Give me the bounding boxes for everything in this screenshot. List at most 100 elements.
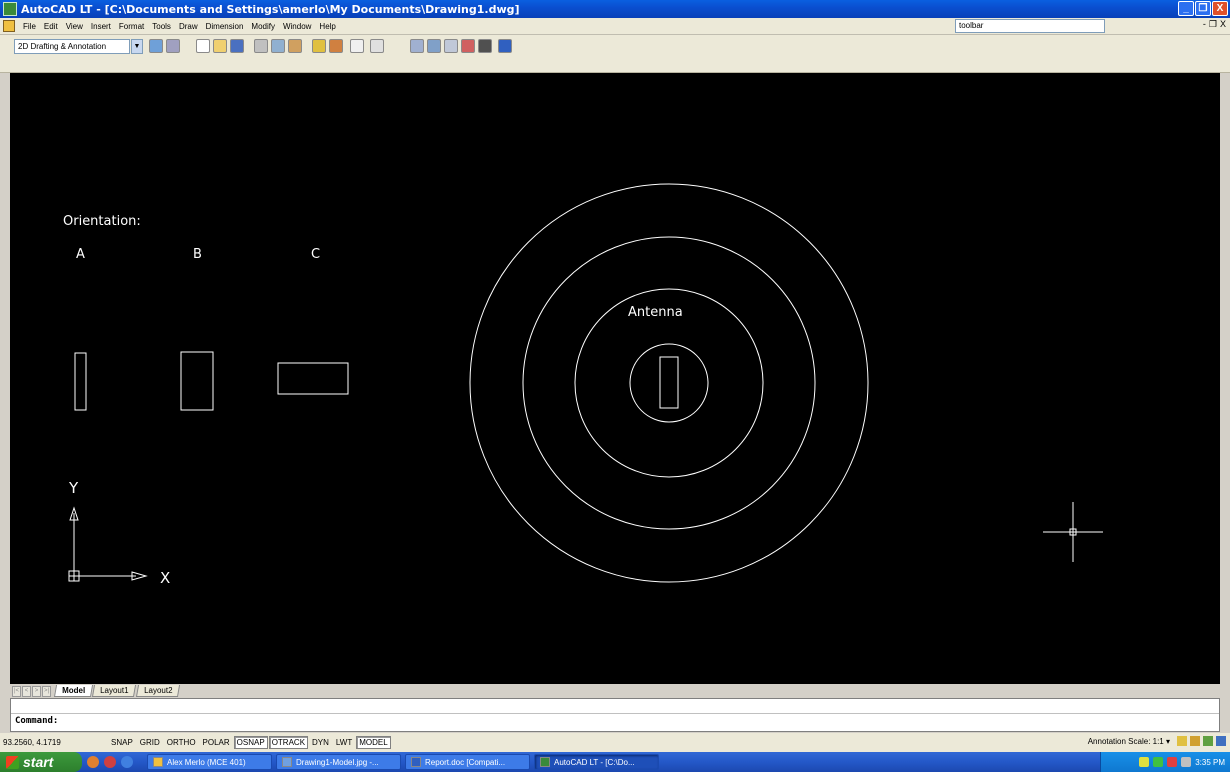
menu-format[interactable]: Format [115, 22, 148, 31]
quicklaunch-media-icon[interactable] [104, 756, 116, 768]
command-window[interactable]: Command: [10, 698, 1220, 732]
open-folder-icon[interactable] [213, 39, 227, 53]
print-icon[interactable] [254, 39, 268, 53]
ortho-toggle[interactable]: ORTHO [164, 736, 199, 749]
chevron-down-icon[interactable]: ▼ [131, 39, 143, 54]
quicklaunch-ie-icon[interactable] [121, 756, 133, 768]
lwt-toggle[interactable]: LWT [333, 736, 355, 749]
menu-help[interactable]: Help [315, 22, 339, 31]
standard-toolbar: 2D Drafting & Annotation ▼ [0, 35, 1230, 73]
help-icon[interactable] [498, 39, 512, 53]
task-autocad[interactable]: AutoCAD LT - [C:\Do... [534, 754, 659, 770]
workspace-settings-icon[interactable] [149, 39, 163, 53]
layout-tabs: |< < > >| Model Layout1 Layout2 [10, 684, 1220, 698]
auto-scale-icon[interactable] [1190, 736, 1200, 746]
start-button[interactable]: start [0, 752, 82, 772]
task-explorer-label: Alex Merlo (MCE 401) [167, 757, 246, 767]
tray-volume-icon[interactable] [1181, 757, 1192, 767]
menu-tools[interactable]: Tools [148, 22, 175, 31]
tab-model-label: Model [62, 686, 86, 695]
task-explorer[interactable]: Alex Merlo (MCE 401) [147, 754, 272, 770]
orientation-a-rect [74, 352, 87, 411]
menu-insert[interactable]: Insert [87, 22, 115, 31]
command-prompt[interactable]: Command: [15, 716, 58, 726]
design-center-icon[interactable] [461, 39, 475, 53]
menu-file[interactable]: File [19, 22, 40, 31]
tray-shield-icon[interactable] [1139, 757, 1150, 767]
tray-security-icon[interactable] [1167, 757, 1178, 767]
range-circle-1 [629, 343, 709, 423]
tray-network-icon[interactable] [1153, 757, 1164, 767]
minimize-button[interactable]: _ [1178, 1, 1194, 16]
model-space[interactable]: Orientation: A B C Antenna Y X [10, 73, 1220, 684]
pan-icon[interactable] [410, 39, 424, 53]
otrack-toggle[interactable]: OTRACK [268, 736, 309, 749]
orientation-a-label: A [76, 247, 85, 262]
tab-layout2[interactable]: Layout2 [135, 685, 181, 697]
task-word-label: Report.doc [Compati... [425, 757, 506, 767]
first-tab-icon[interactable]: |< [12, 685, 21, 697]
windows-logo-icon [6, 755, 19, 769]
tab-model[interactable]: Model [53, 685, 94, 697]
workspace-select[interactable]: 2D Drafting & Annotation [14, 39, 130, 54]
doc-minimize-button[interactable]: - [1203, 19, 1206, 30]
restore-button[interactable]: ❐ [1195, 1, 1211, 16]
cursor-coordinates[interactable]: 93.2560, 4.1719 [0, 738, 108, 747]
annotation-visibility-icon[interactable] [1177, 736, 1187, 746]
drawing-area[interactable]: Orientation: A B C Antenna Y X [10, 73, 1220, 684]
osnap-toggle[interactable]: OSNAP [233, 736, 268, 749]
snap-toggle[interactable]: SNAP [108, 736, 136, 749]
task-word[interactable]: Report.doc [Compati... [405, 754, 530, 770]
menu-modify[interactable]: Modify [247, 22, 279, 31]
tab-navigation: |< < > >| [12, 685, 51, 697]
ucs-x-label: X [160, 569, 170, 587]
menu-dimension[interactable]: Dimension [202, 22, 248, 31]
grid-toggle[interactable]: GRID [137, 736, 163, 749]
start-label: start [23, 754, 54, 770]
range-circle-3 [522, 236, 816, 530]
menu-window[interactable]: Window [279, 22, 315, 31]
workspaces-icon[interactable] [166, 39, 180, 53]
match-properties-icon[interactable] [312, 39, 326, 53]
menu-draw[interactable]: Draw [175, 22, 202, 31]
last-tab-icon[interactable]: >| [42, 685, 51, 697]
antenna-label: Antenna [628, 305, 683, 320]
polar-toggle[interactable]: POLAR [200, 736, 233, 749]
window-title: AutoCAD LT - [C:\Documents and Settings\… [21, 2, 520, 16]
doc-close-button[interactable]: X [1220, 19, 1226, 30]
undo-icon[interactable] [350, 39, 364, 53]
print-preview-icon[interactable] [271, 39, 285, 53]
quicklaunch-browser-icon[interactable] [87, 756, 99, 768]
lock-icon[interactable] [1203, 736, 1213, 746]
document-icon[interactable] [3, 20, 15, 32]
new-file-icon[interactable] [196, 39, 210, 53]
save-icon[interactable] [230, 39, 244, 53]
doc-restore-button[interactable]: ❐ [1209, 19, 1217, 30]
range-circle-4 [469, 183, 869, 583]
autocad-icon [540, 757, 550, 767]
prev-tab-icon[interactable]: < [22, 685, 31, 697]
menu-view[interactable]: View [62, 22, 87, 31]
calculator-icon[interactable] [478, 39, 492, 53]
properties-icon[interactable] [444, 39, 458, 53]
zoom-icon[interactable] [427, 39, 441, 53]
close-button[interactable]: X [1212, 1, 1228, 16]
clock[interactable]: 3:35 PM [1195, 758, 1225, 767]
tab-layout1[interactable]: Layout1 [92, 685, 137, 697]
redo-icon[interactable] [370, 39, 384, 53]
task-image-viewer[interactable]: Drawing1-Model.jpg -... [276, 754, 401, 770]
help-search-input[interactable]: toolbar [955, 19, 1105, 33]
document-controls: - ❐ X [1203, 19, 1226, 30]
autocad-app-icon[interactable] [3, 2, 17, 16]
clean-screen-icon[interactable] [1216, 736, 1226, 746]
model-toggle[interactable]: MODEL [356, 736, 391, 749]
brush-icon[interactable] [329, 39, 343, 53]
dyn-toggle[interactable]: DYN [309, 736, 332, 749]
next-tab-icon[interactable]: > [32, 685, 41, 697]
menu-edit[interactable]: Edit [40, 22, 62, 31]
publish-icon[interactable] [288, 39, 302, 53]
tab-layout1-label: Layout1 [100, 686, 129, 695]
annotation-scale[interactable]: Annotation Scale: 1:1 ▾ [1088, 737, 1170, 746]
status-bar: 93.2560, 4.1719 SNAP GRID ORTHO POLAR OS… [0, 733, 1230, 752]
orientation-label: Orientation: [63, 214, 141, 229]
